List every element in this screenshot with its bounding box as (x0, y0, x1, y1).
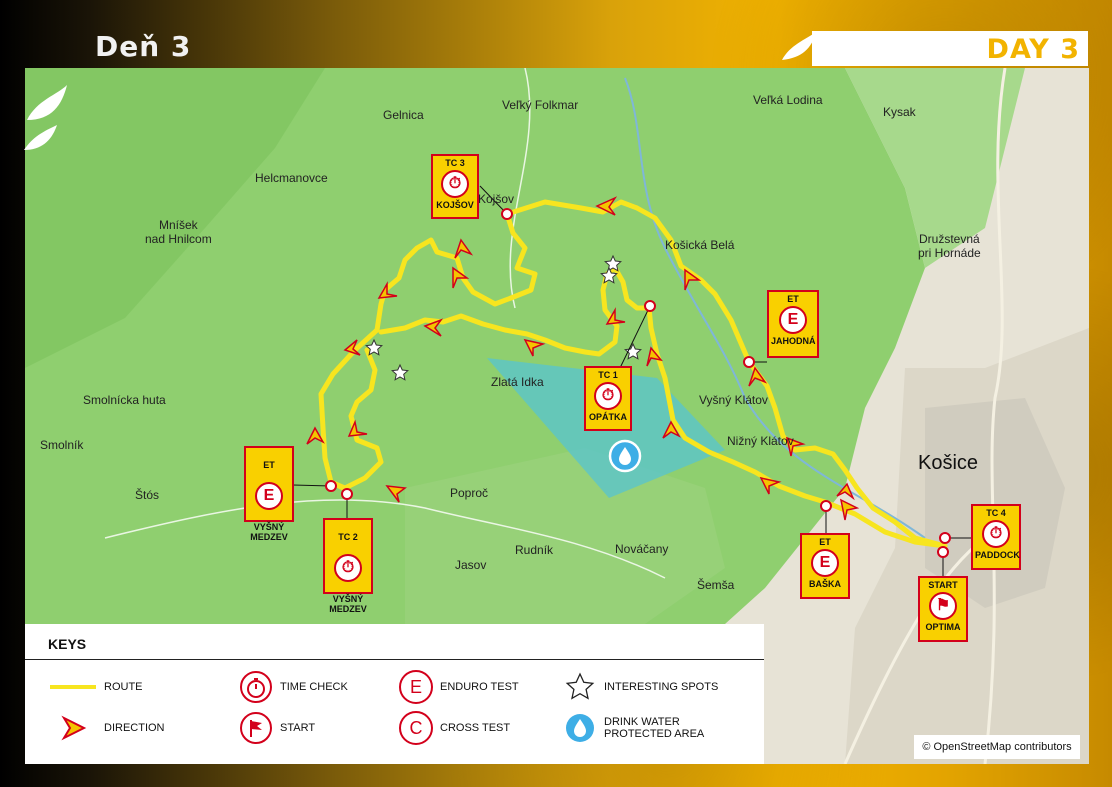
enduro-icon: E (255, 482, 283, 510)
place-druzstevna: Družstevná pri Hornáde (918, 232, 981, 260)
day-banner: DAY 3 (812, 31, 1088, 66)
checkpoint-name: BAŠKA (808, 579, 841, 589)
checkpoint-et-baska[interactable]: ET E BAŠKA (800, 533, 850, 599)
stopwatch-icon: ⏱ (441, 170, 469, 198)
legend-enduro-test: E ENDURO TEST (398, 669, 519, 705)
place-mnisek: Mníšek nad Hnilcom (145, 218, 212, 246)
direction-arrow-icon (48, 710, 98, 746)
map-attribution[interactable]: © OpenStreetMap contributors (914, 735, 1080, 759)
checkpoint-tc3[interactable]: TC 3 ⏱ KOJŠOV (431, 154, 479, 219)
cross-test-icon: C (398, 710, 434, 746)
legend-route: ROUTE (48, 669, 143, 705)
legend-cross-test: C CROSS TEST (398, 710, 510, 746)
water-drop-icon (562, 710, 598, 746)
legend-label: DIRECTION (104, 722, 165, 734)
checkpoint-name: VYŠNÝ MEDZEV (329, 594, 367, 614)
enduro-icon: E (811, 549, 839, 577)
legend-direction: DIRECTION (48, 710, 165, 746)
legend-label: TIME CHECK (280, 681, 348, 693)
place-novacany: Nováčany (615, 542, 669, 556)
leaf-decoration-icon (24, 85, 67, 150)
checkpoint-name: KOJŠOV (436, 200, 474, 210)
legend-label: ROUTE (104, 681, 143, 693)
checkpoint-tc2[interactable]: TC 2 ⏱ VYŠNÝ MEDZEV (323, 518, 373, 614)
legend-label: ENDURO TEST (440, 681, 519, 693)
stopwatch-icon (238, 669, 274, 705)
legend-start: START (238, 710, 315, 746)
enduro-icon: E (398, 669, 434, 705)
checkpoint-type: TC 2 (338, 532, 358, 542)
checkpoint-name: JAHODNÁ (771, 336, 816, 346)
place-rudnik: Rudník (515, 543, 554, 557)
checkpoint-type: TC 4 (986, 508, 1006, 518)
checkpoint-name: PADDOCK (975, 550, 1020, 560)
place-smolnik: Smolník (40, 438, 84, 452)
flag-icon (238, 710, 274, 746)
place-jasov: Jasov (455, 558, 487, 572)
checkpoint-type: TC 3 (445, 158, 465, 168)
place-smolnicka-huta: Smolnícka huta (83, 393, 166, 407)
stopwatch-icon: ⏱ (594, 382, 622, 410)
flag-icon: ⚑ (929, 592, 957, 620)
place-stos: Štós (135, 488, 160, 502)
place-kosice: Košice (918, 452, 979, 474)
checkpoint-tc1[interactable]: TC 1 ⏱ OPÁTKA (584, 366, 632, 431)
day-title: DAY 3 (986, 34, 1080, 65)
place-kosicka-bela: Košická Belá (665, 238, 735, 252)
place-velky-folkmar: Veľký Folkmar (502, 98, 579, 112)
checkpoint-tc4[interactable]: TC 4 ⏱ PADDOCK (971, 504, 1021, 570)
stopwatch-icon: ⏱ (334, 554, 362, 582)
map-legend: KEYS ROUTE DIRECTION TIME CHECK START E … (25, 624, 764, 764)
legend-label: INTERESTING SPOTS (604, 681, 719, 693)
place-zlata-idka: Zlatá Idka (491, 375, 544, 389)
checkpoint-name: VYŠNÝ MEDZEV (250, 522, 288, 542)
checkpoint-type: START (928, 580, 958, 590)
stopwatch-icon: ⏱ (982, 520, 1010, 548)
legend-label: CROSS TEST (440, 722, 511, 734)
legend-interesting-spots: INTERESTING SPOTS (562, 669, 718, 705)
place-helcmanovce: Helcmanovce (255, 171, 328, 185)
checkpoint-et-jahodna[interactable]: ET E JAHODNÁ (767, 290, 819, 358)
legend-divider (25, 659, 764, 660)
place-gelnica: Gelnica (383, 108, 424, 122)
legend-time-check: TIME CHECK (238, 669, 348, 705)
legend-label: START (280, 722, 316, 734)
legend-title: KEYS (48, 636, 87, 652)
star-icon (562, 669, 598, 705)
place-semsa: Šemša (697, 578, 735, 592)
place-vysny-klatov: Vyšný Klátov (699, 393, 768, 407)
enduro-icon: E (779, 306, 807, 334)
checkpoint-type: ET (787, 294, 799, 304)
checkpoint-type: ET (263, 460, 275, 470)
legend-drink-water: DRINK WATER PROTECTED AREA (562, 710, 704, 746)
checkpoint-name: OPÁTKA (589, 412, 627, 422)
legend-label: DRINK WATER PROTECTED AREA (604, 716, 705, 740)
leaf-decoration-icon (782, 32, 816, 60)
checkpoint-type: ET (819, 537, 831, 547)
place-kojsov: Kojšov (478, 192, 515, 206)
checkpoint-type: TC 1 (598, 370, 618, 380)
place-poproc: Poproč (450, 486, 489, 500)
route-line-icon (48, 669, 98, 705)
checkpoint-name: OPTIMA (925, 622, 961, 632)
place-kysak: Kysak (883, 105, 916, 119)
checkpoint-et-vysny-medzev[interactable]: ET E VYŠNÝ MEDZEV (244, 446, 294, 542)
place-nizny-klatov: Nižný Klátov (727, 434, 794, 448)
page-title: Deň 3 (95, 30, 192, 63)
place-velka-lodina: Veľká Lodina (753, 93, 823, 107)
checkpoint-start[interactable]: START ⚑ OPTIMA (918, 576, 968, 642)
